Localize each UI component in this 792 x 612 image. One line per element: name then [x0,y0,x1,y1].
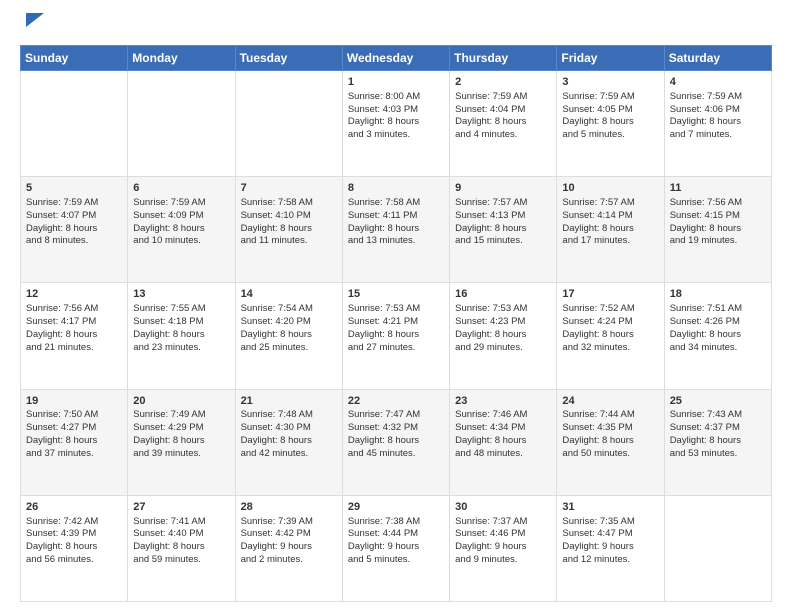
calendar-cell: 10Sunrise: 7:57 AMSunset: 4:14 PMDayligh… [557,177,664,283]
day-number: 1 [348,75,444,90]
day-number: 2 [455,75,551,90]
calendar-cell: 17Sunrise: 7:52 AMSunset: 4:24 PMDayligh… [557,283,664,389]
calendar-cell: 26Sunrise: 7:42 AMSunset: 4:39 PMDayligh… [21,495,128,601]
calendar-cell: 16Sunrise: 7:53 AMSunset: 4:23 PMDayligh… [450,283,557,389]
day-number: 6 [133,181,229,196]
day-number: 19 [26,394,122,409]
day-number: 31 [562,500,658,515]
day-number: 22 [348,394,444,409]
weekday-header-row: SundayMondayTuesdayWednesdayThursdayFrid… [21,46,772,71]
calendar-cell: 4Sunrise: 7:59 AMSunset: 4:06 PMDaylight… [664,71,771,177]
day-number: 29 [348,500,444,515]
calendar-cell: 7Sunrise: 7:58 AMSunset: 4:10 PMDaylight… [235,177,342,283]
calendar-cell: 3Sunrise: 7:59 AMSunset: 4:05 PMDaylight… [557,71,664,177]
day-number: 23 [455,394,551,409]
day-number: 3 [562,75,658,90]
calendar-cell: 18Sunrise: 7:51 AMSunset: 4:26 PMDayligh… [664,283,771,389]
calendar-cell: 2Sunrise: 7:59 AMSunset: 4:04 PMDaylight… [450,71,557,177]
calendar-cell: 8Sunrise: 7:58 AMSunset: 4:11 PMDaylight… [342,177,449,283]
calendar-cell: 23Sunrise: 7:46 AMSunset: 4:34 PMDayligh… [450,389,557,495]
day-number: 21 [241,394,337,409]
day-number: 8 [348,181,444,196]
calendar-cell: 5Sunrise: 7:59 AMSunset: 4:07 PMDaylight… [21,177,128,283]
day-number: 12 [26,287,122,302]
calendar-cell: 13Sunrise: 7:55 AMSunset: 4:18 PMDayligh… [128,283,235,389]
calendar-cell [21,71,128,177]
calendar-week-3: 12Sunrise: 7:56 AMSunset: 4:17 PMDayligh… [21,283,772,389]
calendar-cell: 12Sunrise: 7:56 AMSunset: 4:17 PMDayligh… [21,283,128,389]
logo-flag-icon [24,9,46,31]
calendar-cell: 29Sunrise: 7:38 AMSunset: 4:44 PMDayligh… [342,495,449,601]
day-number: 24 [562,394,658,409]
day-number: 28 [241,500,337,515]
day-number: 7 [241,181,337,196]
calendar-header: SundayMondayTuesdayWednesdayThursdayFrid… [21,46,772,71]
weekday-header-monday: Monday [128,46,235,71]
calendar-week-5: 26Sunrise: 7:42 AMSunset: 4:39 PMDayligh… [21,495,772,601]
calendar-week-2: 5Sunrise: 7:59 AMSunset: 4:07 PMDaylight… [21,177,772,283]
calendar-cell: 31Sunrise: 7:35 AMSunset: 4:47 PMDayligh… [557,495,664,601]
day-number: 26 [26,500,122,515]
day-number: 14 [241,287,337,302]
day-number: 5 [26,181,122,196]
calendar-cell: 6Sunrise: 7:59 AMSunset: 4:09 PMDaylight… [128,177,235,283]
day-number: 18 [670,287,766,302]
day-number: 20 [133,394,229,409]
calendar-cell [235,71,342,177]
weekday-header-friday: Friday [557,46,664,71]
calendar-cell: 25Sunrise: 7:43 AMSunset: 4:37 PMDayligh… [664,389,771,495]
calendar-cell: 19Sunrise: 7:50 AMSunset: 4:27 PMDayligh… [21,389,128,495]
page: SundayMondayTuesdayWednesdayThursdayFrid… [0,0,792,612]
calendar-cell: 1Sunrise: 8:00 AMSunset: 4:03 PMDaylight… [342,71,449,177]
day-number: 9 [455,181,551,196]
calendar-cell: 21Sunrise: 7:48 AMSunset: 4:30 PMDayligh… [235,389,342,495]
day-number: 4 [670,75,766,90]
calendar-cell: 27Sunrise: 7:41 AMSunset: 4:40 PMDayligh… [128,495,235,601]
logo [20,16,130,37]
day-number: 11 [670,181,766,196]
weekday-header-sunday: Sunday [21,46,128,71]
calendar-cell: 28Sunrise: 7:39 AMSunset: 4:42 PMDayligh… [235,495,342,601]
calendar-body: 1Sunrise: 8:00 AMSunset: 4:03 PMDaylight… [21,71,772,602]
day-number: 16 [455,287,551,302]
calendar-week-4: 19Sunrise: 7:50 AMSunset: 4:27 PMDayligh… [21,389,772,495]
day-number: 25 [670,394,766,409]
calendar-cell: 22Sunrise: 7:47 AMSunset: 4:32 PMDayligh… [342,389,449,495]
calendar-cell: 15Sunrise: 7:53 AMSunset: 4:21 PMDayligh… [342,283,449,389]
header [20,16,772,37]
calendar-cell: 11Sunrise: 7:56 AMSunset: 4:15 PMDayligh… [664,177,771,283]
calendar-week-1: 1Sunrise: 8:00 AMSunset: 4:03 PMDaylight… [21,71,772,177]
calendar: SundayMondayTuesdayWednesdayThursdayFrid… [20,45,772,602]
calendar-cell [128,71,235,177]
calendar-cell [664,495,771,601]
day-number: 30 [455,500,551,515]
day-number: 10 [562,181,658,196]
calendar-cell: 30Sunrise: 7:37 AMSunset: 4:46 PMDayligh… [450,495,557,601]
calendar-cell: 20Sunrise: 7:49 AMSunset: 4:29 PMDayligh… [128,389,235,495]
day-number: 27 [133,500,229,515]
weekday-header-wednesday: Wednesday [342,46,449,71]
weekday-header-thursday: Thursday [450,46,557,71]
weekday-header-saturday: Saturday [664,46,771,71]
day-number: 13 [133,287,229,302]
calendar-cell: 9Sunrise: 7:57 AMSunset: 4:13 PMDaylight… [450,177,557,283]
calendar-cell: 24Sunrise: 7:44 AMSunset: 4:35 PMDayligh… [557,389,664,495]
calendar-cell: 14Sunrise: 7:54 AMSunset: 4:20 PMDayligh… [235,283,342,389]
day-number: 15 [348,287,444,302]
weekday-header-tuesday: Tuesday [235,46,342,71]
day-number: 17 [562,287,658,302]
